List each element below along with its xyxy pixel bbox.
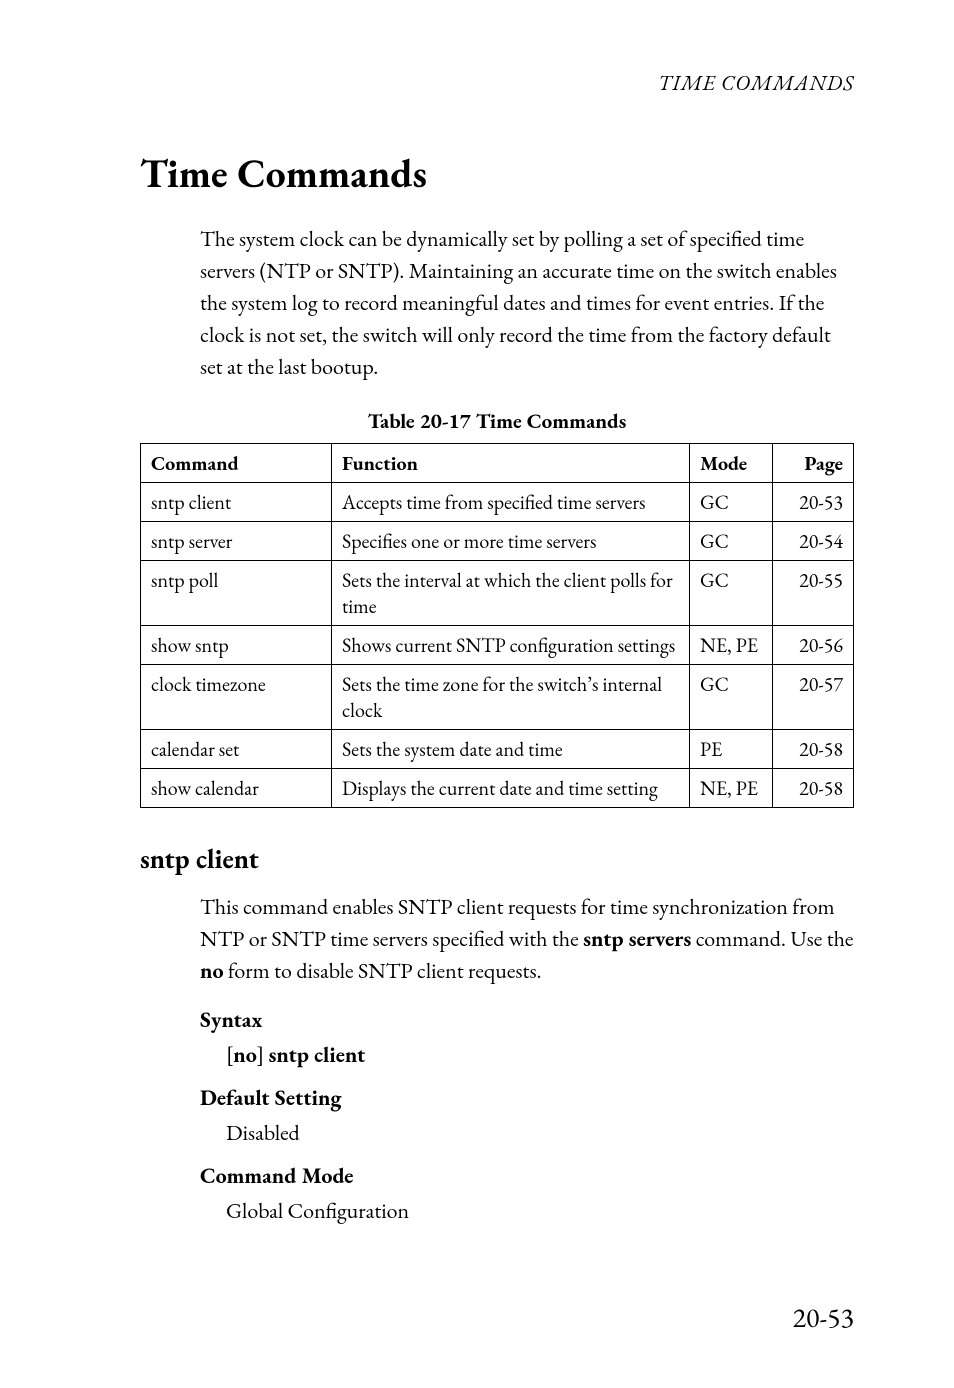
cell-function: Displays the current date and time setti… [332, 769, 690, 808]
cell-page: 20-54 [773, 522, 854, 561]
sub-intro-bold-sntp-servers: sntp servers [583, 924, 691, 953]
cell-page: 20-58 [773, 769, 854, 808]
table-row: sntp poll Sets the interval at which the… [141, 561, 854, 626]
th-function: Function [332, 444, 690, 483]
cell-function: Accepts time from specified time servers [332, 483, 690, 522]
page-container: TIME COMMANDS Time Commands The system c… [0, 0, 954, 1388]
table-row: calendar set Sets the system date and ti… [141, 730, 854, 769]
running-head: TIME COMMANDS [140, 70, 854, 97]
th-mode: Mode [690, 444, 773, 483]
cell-mode: NE, PE [690, 769, 773, 808]
th-page: Page [773, 444, 854, 483]
cell-mode: GC [690, 665, 773, 730]
cell-command: show sntp [141, 626, 332, 665]
default-setting-block: Default Setting Disabled [140, 1083, 854, 1147]
cell-mode: NE, PE [690, 626, 773, 665]
cell-function: Shows current SNTP configuration setting… [332, 626, 690, 665]
command-mode-block: Command Mode Global Configuration [140, 1161, 854, 1225]
syntax-block: Syntax [no] sntp client [140, 1005, 854, 1069]
cell-page: 20-53 [773, 483, 854, 522]
table-row: clock timezone Sets the time zone for th… [141, 665, 854, 730]
cell-command: clock timezone [141, 665, 332, 730]
cell-page: 20-55 [773, 561, 854, 626]
default-setting-value: Disabled [200, 1118, 854, 1147]
cell-page: 20-56 [773, 626, 854, 665]
cell-mode: PE [690, 730, 773, 769]
time-commands-table: Command Function Mode Page sntp client A… [140, 443, 854, 808]
command-mode-value: Global Configuration [200, 1196, 854, 1225]
sub-intro-bold-no: no [200, 956, 224, 985]
table-caption: Table 20-17 Time Commands [140, 408, 854, 435]
table-header-row: Command Function Mode Page [141, 444, 854, 483]
table-row: show sntp Shows current SNTP configurati… [141, 626, 854, 665]
cell-command: show calendar [141, 769, 332, 808]
table-row: sntp client Accepts time from specified … [141, 483, 854, 522]
sub-intro-text: form to disable SNTP client requests. [224, 956, 542, 985]
syntax-value: [no] sntp client [200, 1040, 854, 1069]
sub-intro-text: command. Use the [691, 924, 853, 953]
subsection-title: sntp client [140, 842, 854, 877]
section-title: Time Commands [140, 147, 854, 199]
page-number: 20-53 [793, 1300, 854, 1336]
command-mode-label: Command Mode [200, 1161, 854, 1190]
syntax-label: Syntax [200, 1005, 854, 1034]
syntax-bracket-close: ] [257, 1040, 269, 1069]
subsection-intro: This command enables SNTP client request… [140, 891, 854, 987]
cell-command: sntp poll [141, 561, 332, 626]
cell-page: 20-58 [773, 730, 854, 769]
cell-function: Sets the interval at which the client po… [332, 561, 690, 626]
default-setting-label: Default Setting [200, 1083, 854, 1112]
table-row: show calendar Displays the current date … [141, 769, 854, 808]
cell-command: calendar set [141, 730, 332, 769]
cell-command: sntp server [141, 522, 332, 561]
cell-mode: GC [690, 522, 773, 561]
cell-mode: GC [690, 483, 773, 522]
cell-page: 20-57 [773, 665, 854, 730]
cell-function: Sets the time zone for the switch’s inte… [332, 665, 690, 730]
syntax-no: no [233, 1040, 257, 1069]
cell-command: sntp client [141, 483, 332, 522]
cell-function: Specifies one or more time servers [332, 522, 690, 561]
syntax-cmd: sntp client [269, 1040, 366, 1069]
table-row: sntp server Specifies one or more time s… [141, 522, 854, 561]
th-command: Command [141, 444, 332, 483]
intro-paragraph: The system clock can be dynamically set … [140, 223, 854, 382]
cell-mode: GC [690, 561, 773, 626]
cell-function: Sets the system date and time [332, 730, 690, 769]
